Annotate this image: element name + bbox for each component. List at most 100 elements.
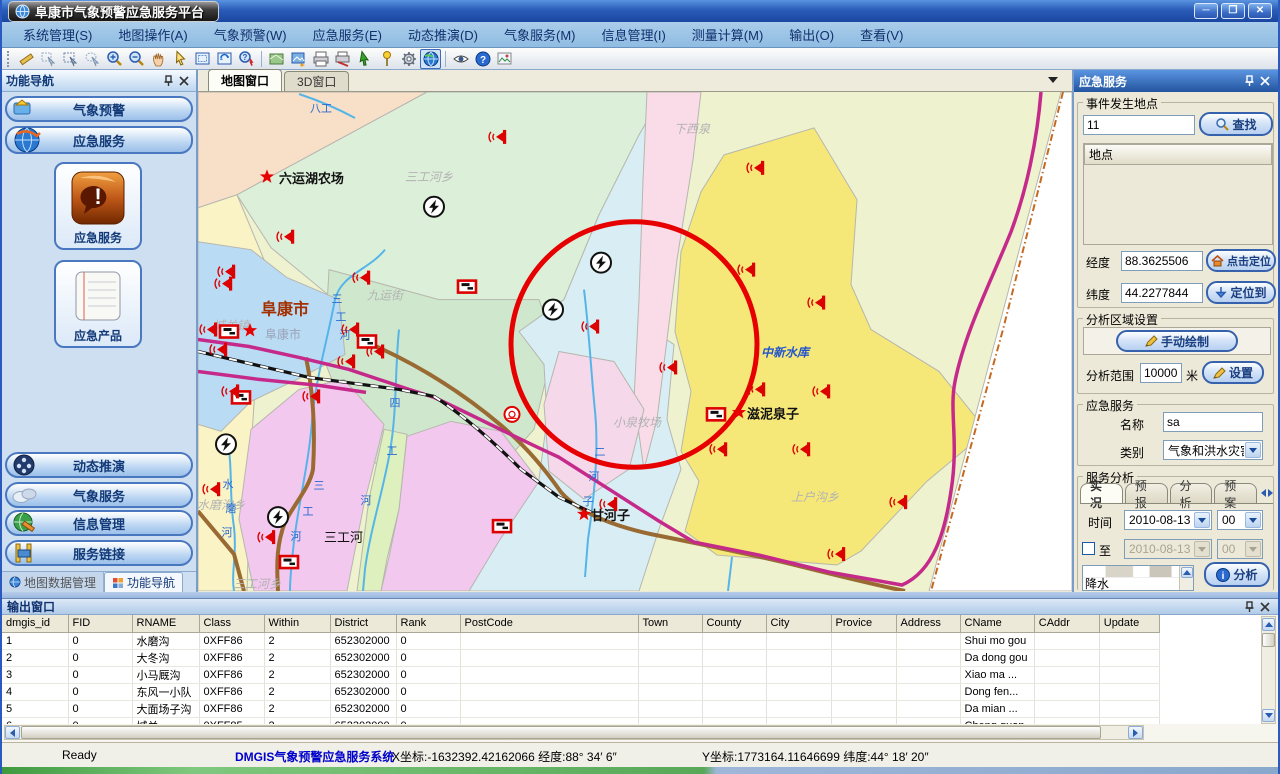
weather-station-icon[interactable]	[591, 253, 611, 273]
longitude-input[interactable]	[1121, 251, 1203, 271]
menu-item[interactable]: 气象预警(W)	[201, 25, 300, 44]
tab-live[interactable]: 实况	[1080, 483, 1123, 503]
zoom-out-icon[interactable]	[126, 49, 147, 69]
sidebar-group-weather-service[interactable]: 气象服务	[5, 482, 193, 508]
tab-3d-view[interactable]: 3D窗口	[284, 71, 349, 91]
scroll-left-icon[interactable]	[5, 726, 20, 739]
tab-scroll-left-icon[interactable]	[1261, 489, 1266, 497]
restore-button[interactable]: ❐	[1221, 3, 1245, 19]
location-list-header[interactable]: 地点	[1084, 144, 1272, 165]
print-preview-icon[interactable]	[332, 49, 353, 69]
column-header[interactable]: Within	[264, 615, 330, 632]
table-row[interactable]: 60城关0XFF8526523020000Cheng guan	[2, 717, 1159, 724]
tab-function-nav[interactable]: 功能导航	[104, 572, 183, 592]
event-location-search-input[interactable]	[1083, 115, 1195, 135]
location-list[interactable]: 地点	[1083, 143, 1273, 245]
sidebar-pin-icon[interactable]	[160, 74, 176, 88]
search-button[interactable]: 查找	[1199, 112, 1273, 136]
tab-scroll-right-icon[interactable]	[1268, 489, 1273, 497]
dropdown-arrow-icon[interactable]	[1245, 442, 1261, 458]
gear-icon[interactable]	[398, 49, 419, 69]
eye-icon[interactable]	[450, 49, 471, 69]
menu-item[interactable]: 地图操作(A)	[105, 25, 200, 44]
vscroll-thumb[interactable]	[1262, 633, 1275, 647]
dropdown-arrow-icon[interactable]	[1194, 541, 1210, 557]
globe-icon[interactable]	[420, 49, 441, 69]
goto-locate-button[interactable]: 定位到	[1206, 281, 1276, 304]
date2-select-disabled[interactable]: 2010-08-13	[1124, 539, 1212, 559]
menu-item[interactable]: 信息管理(I)	[589, 25, 679, 44]
close-button[interactable]: ✕	[1248, 3, 1272, 19]
print-icon[interactable]	[310, 49, 331, 69]
menu-item[interactable]: 测量计算(M)	[679, 25, 777, 44]
zoom-in-icon[interactable]	[104, 49, 125, 69]
menu-item[interactable]: 气象服务(M)	[491, 25, 589, 44]
column-header[interactable]: PostCode	[460, 615, 638, 632]
scroll-up-icon[interactable]	[1262, 618, 1275, 631]
table-row[interactable]: 20大冬沟0XFF8626523020000Da dong gou	[2, 649, 1159, 666]
column-header[interactable]: dmgis_id	[2, 615, 68, 632]
flag-marker-icon[interactable]	[220, 326, 238, 338]
to-checkbox[interactable]	[1082, 542, 1095, 555]
tab-forecast[interactable]: 预报	[1125, 483, 1168, 503]
menu-item[interactable]: 动态推演(D)	[395, 25, 491, 44]
menu-item[interactable]: 查看(V)	[847, 25, 916, 44]
column-header[interactable]: Rank	[396, 615, 460, 632]
column-header[interactable]: FID	[68, 615, 132, 632]
table-row[interactable]: 30小马厩沟0XFF8626523020000Xiao ma ...	[2, 666, 1159, 683]
measure-icon[interactable]	[16, 49, 37, 69]
output-close-icon[interactable]	[1257, 600, 1273, 614]
weather-station-icon[interactable]	[268, 507, 288, 527]
analyze-button[interactable]: i 分析	[1204, 562, 1270, 587]
shortcut-emergency-product[interactable]: 应急产品	[54, 260, 142, 348]
click-locate-button[interactable]: 点击定位	[1206, 249, 1276, 272]
column-header[interactable]: Town	[638, 615, 702, 632]
column-header[interactable]: County	[702, 615, 766, 632]
table-row[interactable]: 50大面场子沟0XFF8626523020000Da mian ...	[2, 700, 1159, 717]
identify-icon[interactable]: ?	[236, 49, 257, 69]
set-range-button[interactable]: 设置	[1202, 361, 1264, 384]
analysis-range-input[interactable]	[1140, 363, 1182, 383]
tab-analysis[interactable]: 分析	[1170, 483, 1213, 503]
hscroll-thumb[interactable]	[21, 726, 1101, 739]
column-header[interactable]: Update	[1099, 615, 1159, 632]
scroll-down-icon[interactable]	[1262, 709, 1275, 722]
flag-marker-icon[interactable]	[280, 556, 298, 568]
output-pin-icon[interactable]	[1241, 600, 1257, 614]
tab-plan[interactable]: 预案	[1214, 483, 1257, 503]
sidebar-group-weather-warning[interactable]: 气象预警	[5, 96, 193, 122]
flag-marker-icon[interactable]	[493, 520, 511, 532]
output-vscrollbar[interactable]	[1261, 616, 1276, 724]
column-header[interactable]: CAddr	[1034, 615, 1099, 632]
minimize-button[interactable]: ─	[1194, 3, 1218, 19]
sidebar-group-info-management[interactable]: 信息管理	[5, 510, 193, 536]
date-select[interactable]: 2010-08-13	[1124, 510, 1212, 530]
map-tab-dropdown-icon[interactable]	[1048, 77, 1058, 83]
right-panel-close-icon[interactable]	[1257, 74, 1273, 88]
picture-icon[interactable]	[494, 49, 515, 69]
pan-icon[interactable]	[148, 49, 169, 69]
service-name-input[interactable]	[1163, 412, 1263, 432]
poi-marker-icon[interactable]	[505, 407, 520, 422]
output-table[interactable]: dmgis_idFIDRNAMEClassWithinDistrictRankP…	[2, 615, 1160, 724]
weather-station-icon[interactable]	[424, 197, 444, 217]
column-header[interactable]: City	[766, 615, 831, 632]
sidebar-group-service-links[interactable]: 服务链接	[5, 540, 193, 566]
manual-draw-button[interactable]: 手动绘制	[1116, 330, 1238, 352]
table-row[interactable]: 40东风一小队0XFF8626523020000Dong fen...	[2, 683, 1159, 700]
menu-item[interactable]: 应急服务(E)	[300, 25, 395, 44]
layers-icon[interactable]	[266, 49, 287, 69]
hour2-select-disabled[interactable]: 00	[1217, 539, 1263, 559]
column-header[interactable]: District	[330, 615, 396, 632]
refresh-icon[interactable]	[214, 49, 235, 69]
sidebar-close-icon[interactable]	[176, 74, 192, 88]
export-image-icon[interactable]	[288, 49, 309, 69]
pin-icon[interactable]	[376, 49, 397, 69]
right-panel-pin-icon[interactable]	[1241, 74, 1257, 88]
dropdown-arrow-icon[interactable]	[1194, 512, 1210, 528]
listbox-scrollbar[interactable]	[1179, 566, 1193, 590]
menu-item[interactable]: 输出(O)	[776, 25, 847, 44]
tab-map-view[interactable]: 地图窗口	[208, 69, 282, 91]
pointer-icon[interactable]	[170, 49, 191, 69]
column-header[interactable]: CName	[960, 615, 1034, 632]
